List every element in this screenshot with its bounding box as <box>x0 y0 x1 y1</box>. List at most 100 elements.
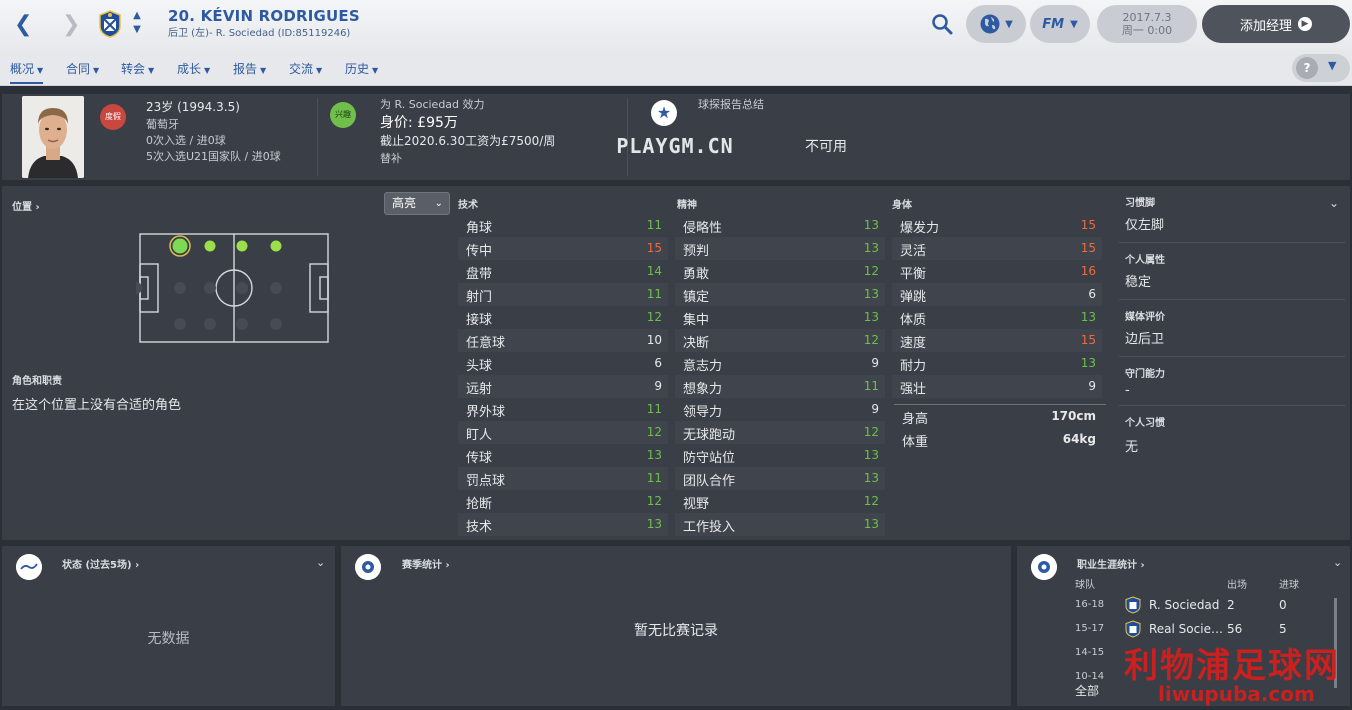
attribute-row[interactable]: 强壮 9 <box>892 375 1102 398</box>
attribute-value: 13 <box>863 517 879 531</box>
attribute-row[interactable]: 接球 12 <box>458 306 668 329</box>
player-switch-icon[interactable]: ▲ ▼ <box>130 9 144 37</box>
attribute-row[interactable]: 无球跑动 12 <box>675 421 885 444</box>
attribute-row[interactable]: 平衡 16 <box>892 260 1102 283</box>
club-line[interactable]: 为 R. Sociedad 效力 <box>380 96 485 112</box>
tab-reports[interactable]: 报告 ▼ <box>233 60 266 77</box>
height-value: 170cm <box>1051 409 1096 423</box>
attribute-row[interactable]: 视野 12 <box>675 490 885 513</box>
attribute-value: 12 <box>863 264 879 278</box>
attribute-row[interactable]: 界外球 11 <box>458 398 668 421</box>
chevron-down-icon: ▼ <box>93 66 100 75</box>
attribute-name: 耐力 <box>900 359 927 374</box>
attribute-row[interactable]: 集中 13 <box>675 306 885 329</box>
attribute-row[interactable]: 想象力 11 <box>675 375 885 398</box>
attribute-row[interactable]: 角球 11 <box>458 214 668 237</box>
career-title[interactable]: 职业生涯统计 › <box>1077 556 1145 571</box>
technical-header: 技术 <box>458 200 478 211</box>
attribute-row[interactable]: 传球 13 <box>458 444 668 467</box>
position-pitch[interactable] <box>136 232 332 346</box>
attribute-row[interactable]: 团队合作 13 <box>675 467 885 490</box>
attribute-row[interactable]: 抢断 12 <box>458 490 668 513</box>
preferred-foot: 习惯脚 仅左脚 <box>1119 186 1345 243</box>
attribute-row[interactable]: 侵略性 13 <box>675 214 885 237</box>
attribute-row[interactable]: 罚点球 11 <box>458 467 668 490</box>
help-button[interactable]: ? ▼ <box>1292 54 1350 82</box>
chevron-down-icon[interactable]: ⌄ <box>1333 556 1342 569</box>
attribute-name: 预判 <box>683 244 710 259</box>
globe-icon <box>980 14 1000 34</box>
position-label[interactable]: 位置 › <box>12 198 40 213</box>
attribute-row[interactable]: 镇定 13 <box>675 283 885 306</box>
tab-overview[interactable]: 概况 ▼ <box>10 60 44 84</box>
attribute-name: 角球 <box>466 221 493 236</box>
attribute-name: 视野 <box>683 497 710 512</box>
attribute-row[interactable]: 射门 11 <box>458 283 668 306</box>
fm-menu-button[interactable]: FM ▼ <box>1030 5 1090 43</box>
highlight-dropdown[interactable]: 高亮 ⌄ <box>384 192 450 215</box>
attribute-row[interactable]: 盯人 12 <box>458 421 668 444</box>
player-nationality[interactable]: 葡萄牙 <box>146 116 179 132</box>
side-label: 个人习惯 <box>1125 418 1165 429</box>
attribute-row[interactable]: 传中 15 <box>458 237 668 260</box>
tab-history[interactable]: 历史 ▼ <box>345 60 378 77</box>
attribute-row[interactable]: 意志力 9 <box>675 352 885 375</box>
playgm-watermark: PLAYGM.CN <box>616 134 734 158</box>
club-cell[interactable]: Real Socie… <box>1149 622 1223 636</box>
player-traits: 个人习惯 无 <box>1119 406 1345 463</box>
attribute-row[interactable]: 勇敢 12 <box>675 260 885 283</box>
back-arrow-icon[interactable]: ❮ <box>14 12 32 38</box>
form-title[interactable]: 状态 (过去5场) › <box>62 556 139 571</box>
attribute-row[interactable]: 决断 12 <box>675 329 885 352</box>
tab-development[interactable]: 成长 ▼ <box>177 60 210 77</box>
search-icon[interactable] <box>930 12 954 36</box>
attribute-name: 抢断 <box>466 497 493 512</box>
club-cell[interactable]: R. Sociedad <box>1149 598 1219 612</box>
attribute-name: 意志力 <box>683 359 723 374</box>
chevron-down-icon: ▼ <box>148 66 155 75</box>
attribute-value: 13 <box>863 448 879 462</box>
attribute-row[interactable]: 速度 15 <box>892 329 1102 352</box>
attribute-row[interactable]: 体质 13 <box>892 306 1102 329</box>
table-row[interactable]: 16-18 R. Sociedad 2 0 <box>1017 593 1337 617</box>
page-subtitle: 后卫 (左)- R. Sociedad (ID:85119246) <box>168 28 351 39</box>
attribute-row[interactable]: 技术 13 <box>458 513 668 536</box>
chevron-down-icon[interactable]: ⌄ <box>316 556 325 569</box>
player-portrait[interactable] <box>22 96 84 178</box>
globe-menu-button[interactable]: ▼ <box>966 5 1026 43</box>
attribute-row[interactable]: 防守站位 13 <box>675 444 885 467</box>
attribute-row[interactable]: 任意球 10 <box>458 329 668 352</box>
club-crest-icon[interactable] <box>98 10 122 38</box>
tab-interaction[interactable]: 交流 ▼ <box>289 60 322 77</box>
attribute-name: 想象力 <box>683 382 723 397</box>
attribute-value: 14 <box>646 264 662 278</box>
scout-report-title[interactable]: 球探报告总结 <box>698 96 764 112</box>
attribute-row[interactable]: 远射 9 <box>458 375 668 398</box>
attribute-row[interactable]: 弹跳 6 <box>892 283 1102 306</box>
attribute-row[interactable]: 预判 13 <box>675 237 885 260</box>
attribute-row[interactable]: 头球 6 <box>458 352 668 375</box>
holiday-badge-icon[interactable]: 度假 <box>100 104 126 130</box>
page-title: 20. KÉVIN RODRIGUES <box>168 7 360 25</box>
roles-value: 在这个位置上没有合适的角色 <box>12 398 182 413</box>
attribute-name: 灵活 <box>900 244 927 259</box>
tab-transfer[interactable]: 转会 ▼ <box>121 60 154 77</box>
interest-badge-icon[interactable]: 兴趣 <box>330 102 356 128</box>
attribute-value: 11 <box>646 287 662 301</box>
attribute-row[interactable]: 耐力 13 <box>892 352 1102 375</box>
attribute-value: 9 <box>871 402 879 416</box>
tab-contract[interactable]: 合同 ▼ <box>66 60 99 77</box>
attribute-row[interactable]: 领导力 9 <box>675 398 885 421</box>
attribute-row[interactable]: 工作投入 13 <box>675 513 885 536</box>
attribute-row[interactable]: 灵活 15 <box>892 237 1102 260</box>
forward-arrow-icon[interactable]: ❯ <box>62 12 80 38</box>
attribute-row[interactable]: 爆发力 15 <box>892 214 1102 237</box>
add-manager-button[interactable]: 添加经理 ▶ <box>1202 5 1350 43</box>
season-cell: 16-18 <box>1075 599 1105 610</box>
chevron-down-icon: ▼ <box>204 66 211 75</box>
season-title[interactable]: 赛季统计 › <box>402 556 450 571</box>
roles-label: 角色和职责 <box>12 376 62 387</box>
weight-value: 64kg <box>1062 432 1096 446</box>
date-display[interactable]: 2017.7.3 周一 0:00 <box>1097 5 1197 43</box>
attribute-row[interactable]: 盘带 14 <box>458 260 668 283</box>
